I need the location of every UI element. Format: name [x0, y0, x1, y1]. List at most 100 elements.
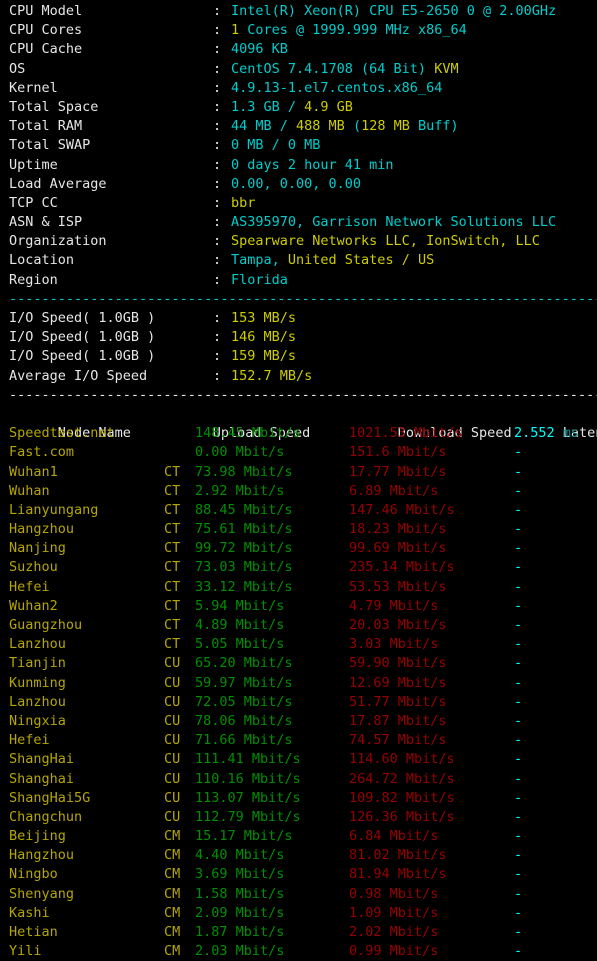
cell-latency: - [514, 731, 522, 750]
sysinfo-value-segment: Tampa, [231, 252, 288, 269]
cell-upload-speed: 33.12 Mbit/s [195, 578, 293, 595]
io-speed-row: I/O Speed( 1.0GB ):153 MB/s [9, 309, 597, 328]
cell-latency-value: - [514, 636, 523, 653]
sysinfo-value: bbr [231, 195, 255, 211]
cell-latency: - [514, 808, 522, 827]
sysinfo-row: Organization: Spearware Networks LLC, Ion… [9, 232, 597, 251]
cell-upload-speed: 5.94 Mbit/s [195, 597, 285, 614]
sysinfo-row: ASN & ISP: AS395970, Garrison Network Sol… [9, 213, 597, 232]
cell-node-name: Lanzhou [9, 636, 66, 653]
table-row: Hangzhou CT 75.61 Mbit/s 18.23 Mbit/s - [9, 520, 597, 539]
cell-download-speed: 17.87 Mbit/s [349, 712, 447, 729]
cell-download-speed: 3.03 Mbit/s [349, 636, 439, 653]
table-row: Wuhan2 CT 5.94 Mbit/s 4.79 Mbit/s - [9, 597, 597, 616]
cell-isp-code: CU [164, 674, 181, 691]
sysinfo-colon: : [213, 194, 222, 211]
sysinfo-label: Total SWAP [9, 137, 91, 154]
sysinfo-value-segment: x86_64 [417, 22, 467, 39]
sysinfo-value-segment: 0.00, 0.00, 0.00 [231, 175, 362, 192]
sysinfo-value: CentOS 7.4.1708 (64 Bit) KVM [231, 61, 459, 77]
io-speed-row: Average I/O Speed:152.7 MB/s [9, 367, 597, 386]
cell-latency-value: - [514, 597, 523, 614]
sysinfo-label: TCP CC [9, 194, 58, 211]
sysinfo-label: Kernel [9, 79, 58, 96]
cell-latency-value: - [514, 712, 523, 729]
cell-latency-value: - [514, 559, 523, 576]
sysinfo-colon: : [213, 118, 222, 135]
sysinfo-value-segment: Spearware Networks LLC, IonSwitch, LLC [231, 233, 540, 250]
sysinfo-row: Total Space:1.3 GB / 4.9 GB [9, 98, 597, 117]
cell-upload-speed: 15.17 Mbit/s [195, 828, 293, 845]
cell-node-name: Hetian [9, 924, 58, 940]
io-speed-label: Average I/O Speed [9, 367, 148, 384]
table-row: Nanjing CT 99.72 Mbit/s 99.69 Mbit/s - [9, 539, 597, 558]
sysinfo-value-segment: CentOS 7.4.1708 (64 Bit) [231, 60, 435, 77]
cell-download-speed: 109.82 Mbit/s [349, 789, 455, 806]
sysinfo-value: 1 Cores @ 1999.999 MHz x86_64 [231, 22, 467, 38]
table-row: Lanzhou CT 5.05 Mbit/s 3.03 Mbit/s - [9, 635, 597, 654]
cell-isp-code: CM [164, 943, 181, 960]
cell-node-name: Beijing [9, 828, 66, 845]
cell-node-name: Wuhan2 [9, 597, 58, 614]
sysinfo-value-segment: United States / US [287, 252, 435, 269]
sysinfo-value-segment: 1999.999 [312, 22, 378, 39]
cell-node-name: Wuhan [9, 482, 50, 499]
cell-download-speed: 99.69 Mbit/s [349, 540, 447, 557]
cell-isp-code: CT [164, 636, 181, 653]
sysinfo-value-segment: / [279, 98, 305, 115]
sysinfo-row: TCP CC: bbr [9, 194, 597, 213]
cell-node-name: Tianjin [9, 655, 66, 672]
cell-download-speed: 151.6 Mbit/s [349, 444, 447, 461]
sysinfo-colon: : [213, 233, 222, 250]
sysinfo-value-segment: Buff) [409, 118, 459, 135]
cell-latency: 2.552 ms [514, 424, 579, 443]
io-speed-colon: : [213, 310, 222, 326]
cell-node-name: Kashi [9, 904, 50, 921]
cell-latency: - [514, 520, 522, 539]
table-row: Hetian CM 1.87 Mbit/s 2.02 Mbit/s - [9, 923, 597, 942]
cell-isp-code: CU [164, 808, 181, 825]
table-row: Hangzhou CM 4.40 Mbit/s 81.02 Mbit/s - [9, 846, 597, 865]
sysinfo-value-segment: ( [344, 118, 362, 135]
sysinfo-value: 0 days 2 hour 41 min [231, 157, 394, 173]
sysinfo-row: Location: Tampa, United States / US [9, 251, 597, 270]
cell-latency: - [514, 865, 522, 884]
sysinfo-value: 4096 KB [231, 41, 288, 57]
cell-download-speed: 6.84 Mbit/s [349, 828, 439, 845]
table-row: Lanzhou CU 72.05 Mbit/s 51.77 Mbit/s - [9, 693, 597, 712]
sysinfo-value: 0 MB / 0 MB [231, 137, 320, 153]
cell-node-name: Hefei [9, 732, 50, 749]
cell-latency-value: - [514, 674, 523, 691]
table-row: Shenyang CM 1.58 Mbit/s 0.98 Mbit/s - [9, 885, 597, 904]
sysinfo-colon: : [213, 60, 222, 77]
cell-download-speed: 126.36 Mbit/s [349, 808, 455, 825]
cell-latency: - [514, 693, 522, 712]
cell-download-speed: 1.09 Mbit/s [349, 904, 439, 921]
io-speed-colon: : [213, 329, 222, 346]
sysinfo-colon: : [213, 137, 222, 154]
cell-node-name: Speedtest.net [9, 425, 115, 442]
cell-upload-speed: 110.16 Mbit/s [195, 770, 301, 787]
cell-latency-value: - [514, 444, 523, 461]
cell-upload-speed: 65.20 Mbit/s [195, 655, 293, 672]
table-row: Lianyungang CT 88.45 Mbit/s 147.46 Mbit/s - [9, 501, 597, 520]
cell-latency-value: - [514, 866, 523, 883]
cell-download-speed: 0.98 Mbit/s [349, 885, 439, 902]
cell-latency-value: - [514, 924, 523, 940]
table-row: Ningbo CM 3.69 Mbit/s 81.94 Mbit/s - [9, 865, 597, 884]
table-header-row: Node NameUpload SpeedDownload SpeedLaten… [9, 405, 597, 441]
cell-isp-code: CU [164, 693, 181, 710]
cell-latency-value: - [514, 751, 523, 768]
terminal-screen: CPU Model: Intel(R) Xeon(R) CPU E5-2650 0… [0, 0, 597, 959]
cell-node-name: Suzhou [9, 559, 58, 576]
cell-node-name: Hangzhou [9, 521, 75, 538]
cell-upload-speed: 2.09 Mbit/s [195, 904, 285, 921]
cell-latency-value: - [514, 732, 523, 749]
cell-download-speed: 74.57 Mbit/s [349, 732, 447, 749]
cell-isp-code: CT [164, 559, 181, 576]
cell-isp-code: CU [164, 751, 181, 768]
cell-latency-value: - [514, 501, 523, 518]
sysinfo-value-segment: 0 MB [231, 137, 264, 154]
cell-upload-speed: 73.98 Mbit/s [195, 463, 293, 480]
io-speed-block: I/O Speed( 1.0GB ):153 MB/s I/O Speed( 1.… [9, 309, 597, 386]
